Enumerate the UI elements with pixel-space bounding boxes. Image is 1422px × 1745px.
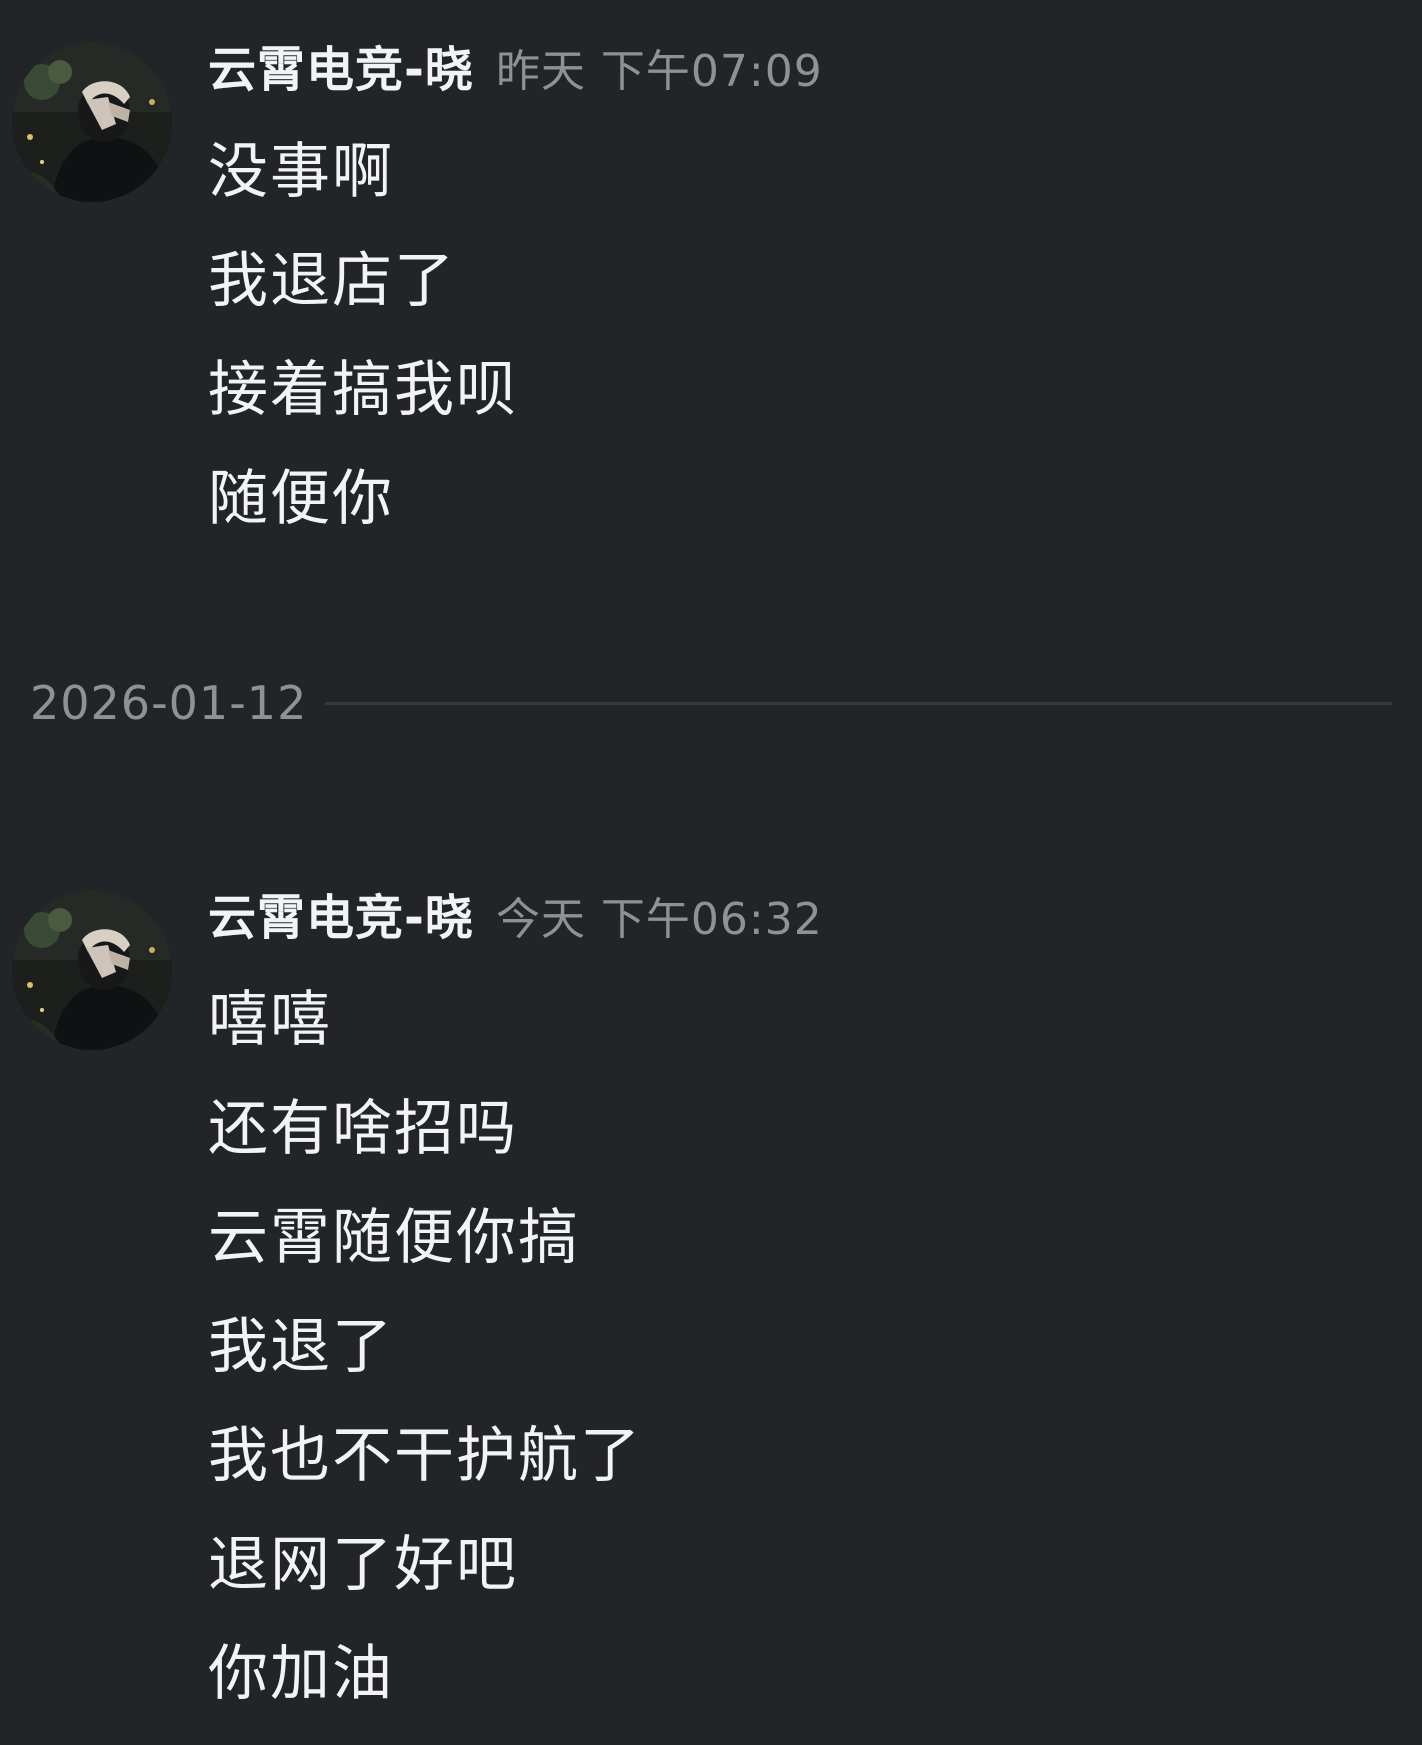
avatar-photo-icon — [12, 42, 172, 202]
timestamp: 今天 下午06:32 — [495, 894, 823, 945]
message-line[interactable]: 云霄随便你搞 — [208, 1184, 642, 1293]
message-line[interactable]: 没事啊 — [208, 118, 518, 227]
message-line[interactable]: 接着搞我呗 — [208, 336, 518, 445]
username[interactable]: 云霄电竞-晓 — [208, 30, 474, 100]
divider-line — [325, 701, 1392, 705]
message-line[interactable]: 随便你 — [208, 445, 518, 554]
avatar[interactable] — [12, 42, 172, 202]
message-content: 没事啊 我退店了 接着搞我呗 随便你 — [208, 118, 518, 554]
avatar-photo-icon — [12, 890, 172, 1050]
message-line[interactable]: 嘻嘻 — [208, 966, 642, 1075]
message-header: 云霄电竞-晓 今天 下午06:32 — [208, 878, 823, 946]
message-line[interactable]: 我也不干护航了 — [208, 1402, 642, 1511]
date-divider: 2026-01-12 — [30, 665, 1392, 741]
message-line[interactable]: 你加油 — [208, 1620, 642, 1729]
message-line[interactable]: 退网了好吧 — [208, 1511, 642, 1620]
message-header: 云霄电竞-晓 昨天 下午07:09 — [208, 30, 823, 98]
message-line[interactable]: 还有啥招吗 — [208, 1075, 642, 1184]
username[interactable]: 云霄电竞-晓 — [208, 878, 474, 948]
divider-date: 2026-01-12 — [30, 676, 308, 730]
message-line[interactable]: 我退了 — [208, 1293, 642, 1402]
message-content: 嘻嘻 还有啥招吗 云霄随便你搞 我退了 我也不干护航了 退网了好吧 你加油 — [208, 966, 642, 1729]
timestamp: 昨天 下午07:09 — [495, 46, 823, 97]
message-line[interactable]: 我退店了 — [208, 227, 518, 336]
avatar[interactable] — [12, 890, 172, 1050]
